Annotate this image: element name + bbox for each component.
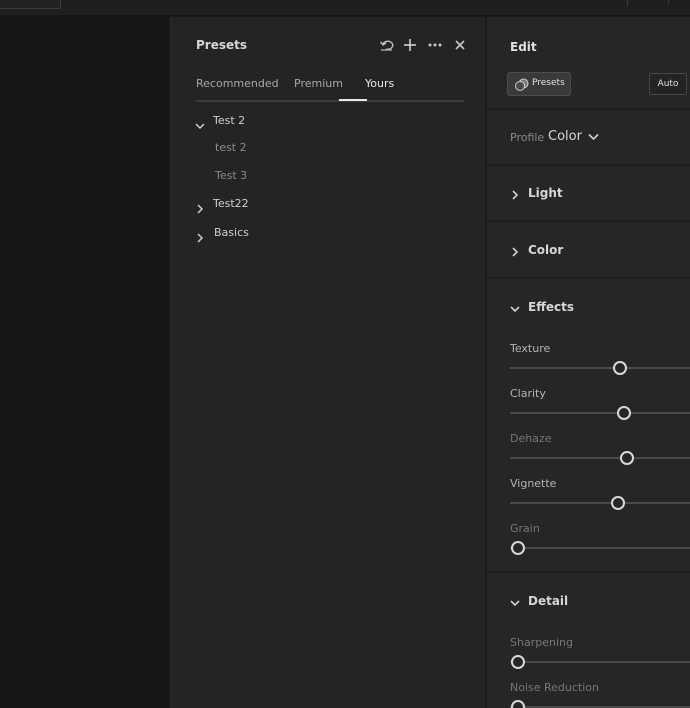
top-bar <box>0 0 690 16</box>
undo-icon[interactable] <box>379 37 395 53</box>
plus-icon[interactable] <box>402 37 418 53</box>
edit-panel-title: Edit <box>510 40 537 54</box>
presets-panel-title: Presets <box>196 38 248 52</box>
profile-label: Profile <box>510 131 545 144</box>
tab-recommended[interactable]: Recommended <box>196 77 279 90</box>
preset-item-test-2[interactable]: test 2 <box>215 141 247 157</box>
app-window: Presets Recommended Premium Yours Test 2… <box>0 0 690 708</box>
chevron-down-icon <box>510 600 520 607</box>
slider-label-sharpening: Sharpening <box>510 636 573 649</box>
chevron-right-icon[interactable] <box>195 228 205 243</box>
preset-item-test-3[interactable]: Test 3 <box>215 169 247 185</box>
top-bar-tab[interactable] <box>0 0 61 9</box>
slider-thumb-dehaze[interactable] <box>619 451 634 465</box>
slider-track-grain[interactable] <box>510 547 690 549</box>
profile-dropdown[interactable]: Color <box>548 129 582 144</box>
active-tab-indicator <box>339 99 367 101</box>
presets-panel: Presets Recommended Premium Yours Test 2… <box>170 17 485 708</box>
more-icon[interactable] <box>427 37 443 53</box>
divider <box>487 277 690 279</box>
close-icon[interactable] <box>452 37 468 53</box>
slider-label-dehaze: Dehaze <box>510 432 552 445</box>
tab-yours[interactable]: Yours <box>365 77 394 90</box>
slider-label-vignette: Vignette <box>510 477 557 490</box>
slider-track-dehaze[interactable] <box>510 457 690 459</box>
slider-thumb-noise-reduction[interactable] <box>511 700 525 708</box>
divider <box>487 164 690 166</box>
preset-group-test22[interactable]: Test22 <box>213 197 249 213</box>
slider-thumb-texture[interactable] <box>613 361 628 375</box>
edit-panel: Edit Presets Auto Profile Color Light Co… <box>486 17 690 708</box>
preset-group-basics[interactable]: Basics <box>214 226 249 242</box>
slider-label-texture: Texture <box>510 342 551 355</box>
chevron-down-icon[interactable] <box>195 116 205 130</box>
photo-canvas <box>0 17 170 708</box>
slider-track-vignette[interactable] <box>510 502 690 504</box>
chevron-right-icon <box>512 190 519 200</box>
auto-button-label: Auto <box>657 79 679 89</box>
presets-button-label: Presets <box>532 78 565 88</box>
section-color-label: Color <box>528 243 564 257</box>
section-color[interactable]: Color <box>487 241 690 263</box>
divider <box>487 220 690 222</box>
slider-track-sharpening[interactable] <box>510 661 690 663</box>
chevron-right-icon[interactable] <box>195 199 205 214</box>
divider <box>487 108 690 110</box>
preset-group-test-2[interactable]: Test 2 <box>213 114 245 130</box>
chevron-down-icon <box>510 306 520 313</box>
chevron-down-icon[interactable] <box>588 133 599 141</box>
tab-premium[interactable]: Premium <box>294 77 343 90</box>
section-light[interactable]: Light <box>487 184 690 206</box>
slider-thumb-grain[interactable] <box>511 541 525 555</box>
slider-thumb-vignette[interactable] <box>611 496 626 510</box>
top-bar-divider <box>627 0 628 6</box>
chevron-right-icon <box>512 247 519 257</box>
presets-button[interactable]: Presets <box>507 72 571 96</box>
section-detail-label: Detail <box>528 594 569 608</box>
presets-tabs: Recommended Premium Yours <box>196 77 464 102</box>
slider-label-grain: Grain <box>510 522 540 535</box>
section-effects[interactable]: Effects <box>487 298 690 320</box>
section-detail[interactable]: Detail <box>487 592 690 614</box>
auto-button[interactable]: Auto <box>649 73 687 95</box>
presets-icon <box>515 78 529 91</box>
slider-label-clarity: Clarity <box>510 387 546 400</box>
section-light-label: Light <box>528 186 563 200</box>
slider-label-noise-reduction: Noise Reduction <box>510 681 599 694</box>
section-effects-label: Effects <box>528 300 575 314</box>
top-bar-divider <box>668 0 669 4</box>
slider-track-texture[interactable] <box>510 367 690 369</box>
divider <box>487 571 690 573</box>
slider-thumb-sharpening[interactable] <box>511 655 525 669</box>
slider-track-clarity[interactable] <box>510 412 690 414</box>
slider-thumb-clarity[interactable] <box>616 406 631 420</box>
